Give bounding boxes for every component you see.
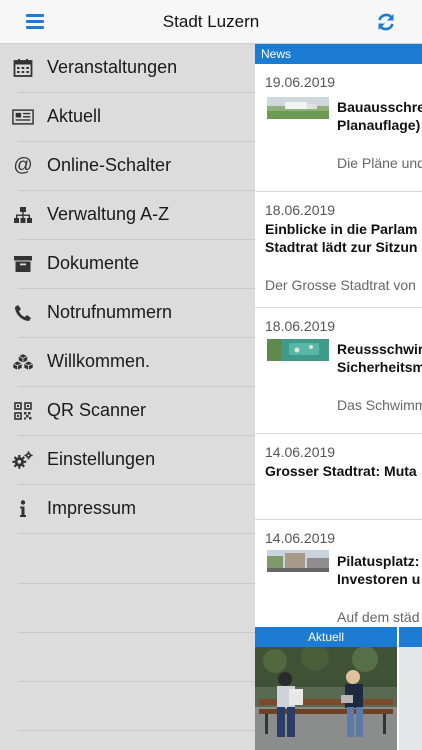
divider (18, 730, 255, 731)
sidebar-menu: Veranstaltungen Aktuell @ Online-Schalte… (0, 44, 255, 750)
sidebar-item-label: Veranstaltungen (47, 57, 178, 77)
sidebar-item-aktuell[interactable]: Aktuell (0, 93, 255, 142)
sidebar-item-dokumente[interactable]: Dokumente (0, 240, 255, 289)
cubes-icon (12, 351, 34, 373)
news-list-item[interactable]: 18.06.2019 Einblicke in die Parlam Stadt… (255, 192, 422, 308)
sidebar-item-impressum[interactable]: Impressum (0, 485, 255, 534)
sidebar-item-label: Aktuell (47, 106, 102, 126)
sidebar-item-willkommen[interactable]: Willkommen. (0, 338, 255, 387)
tab-news[interactable]: News (255, 44, 422, 64)
gears-icon (12, 449, 34, 471)
tab-next[interactable] (399, 627, 422, 647)
sidebar-item-qr-scanner[interactable]: QR Scanner (0, 387, 255, 436)
sidebar-item-label: Notrufnummern (47, 302, 173, 322)
navigation-bar: Stadt Luzern (0, 0, 422, 44)
news-list-item[interactable]: 14.06.2019 Grosser Stadtrat: Muta (255, 434, 422, 520)
news-title: Bauausschre Planauflage) (337, 99, 422, 133)
sitemap-icon (12, 204, 34, 226)
news-title: Grosser Stadtrat: Muta (265, 463, 417, 479)
news-teaser: Der Grosse Stadtrat von (265, 277, 416, 293)
sidebar-item-online-schalter[interactable]: @ Online-Schalter (0, 142, 255, 191)
divider (18, 632, 255, 633)
sidebar-item-label: Willkommen. (47, 351, 151, 371)
news-thumbnail-image (267, 550, 329, 572)
news-date: 19.06.2019 (265, 74, 336, 90)
sidebar-item-label: Verwaltung A-Z (47, 204, 170, 224)
sidebar-item-notrufnummern[interactable]: Notrufnummern (0, 289, 255, 338)
sidebar-item-label: Dokumente (47, 253, 140, 273)
sidebar-item-label: Einstellungen (47, 449, 156, 469)
tab-news-label: News (261, 47, 292, 61)
info-icon (12, 498, 34, 520)
divider (18, 681, 255, 682)
calendar-icon (12, 57, 34, 79)
news-thumbnail-image (267, 339, 329, 361)
archive-box-icon (12, 253, 34, 275)
news-list-item[interactable]: 18.06.2019 Reussschwir Sicherheitsm Das … (255, 308, 422, 434)
featured-photo-next[interactable] (399, 647, 422, 750)
news-teaser: Auf dem städ (337, 609, 420, 625)
news-title: Einblicke in die Parlam Stadtrat lädt zu… (265, 221, 418, 255)
divider (18, 583, 255, 584)
news-date: 14.06.2019 (265, 530, 336, 546)
news-title: Reussschwir Sicherheitsm (337, 341, 422, 375)
news-panel: News 19.06.2019 Bauausschre Planauflage)… (255, 44, 422, 750)
news-list-item[interactable]: 14.06.2019 Pilatusplatz: Investoren u Au… (255, 520, 422, 627)
newspaper-icon (12, 106, 34, 128)
sidebar-item-label: Impressum (47, 498, 137, 518)
refresh-icon[interactable] (376, 12, 396, 32)
at-icon: @ (13, 155, 33, 176)
sidebar-item-einstellungen[interactable]: Einstellungen (0, 436, 255, 485)
news-teaser: Das Schwimm (337, 397, 422, 413)
sidebar-item-label: QR Scanner (47, 400, 147, 420)
sidebar-item-verwaltung[interactable]: Verwaltung A-Z (0, 191, 255, 240)
news-title: Pilatusplatz: Investoren u (337, 553, 421, 587)
app-title: Stadt Luzern (162, 12, 260, 31)
qrcode-icon (12, 400, 34, 422)
news-thumbnail-image (267, 97, 329, 119)
news-date: 18.06.2019 (265, 318, 336, 334)
divider (18, 533, 255, 534)
news-list-item[interactable]: 19.06.2019 Bauausschre Planauflage) Die … (255, 64, 422, 192)
featured-photo[interactable] (255, 647, 397, 750)
phone-icon (12, 302, 34, 324)
sidebar-item-veranstaltungen[interactable]: Veranstaltungen (0, 44, 255, 93)
news-teaser: Die Pläne und (337, 155, 422, 171)
news-date: 14.06.2019 (265, 444, 336, 460)
tab-aktuell[interactable]: Aktuell (255, 627, 397, 647)
tab-aktuell-label: Aktuell (307, 630, 345, 644)
news-date: 18.06.2019 (265, 202, 336, 218)
sidebar-item-label: Online-Schalter (47, 155, 172, 175)
